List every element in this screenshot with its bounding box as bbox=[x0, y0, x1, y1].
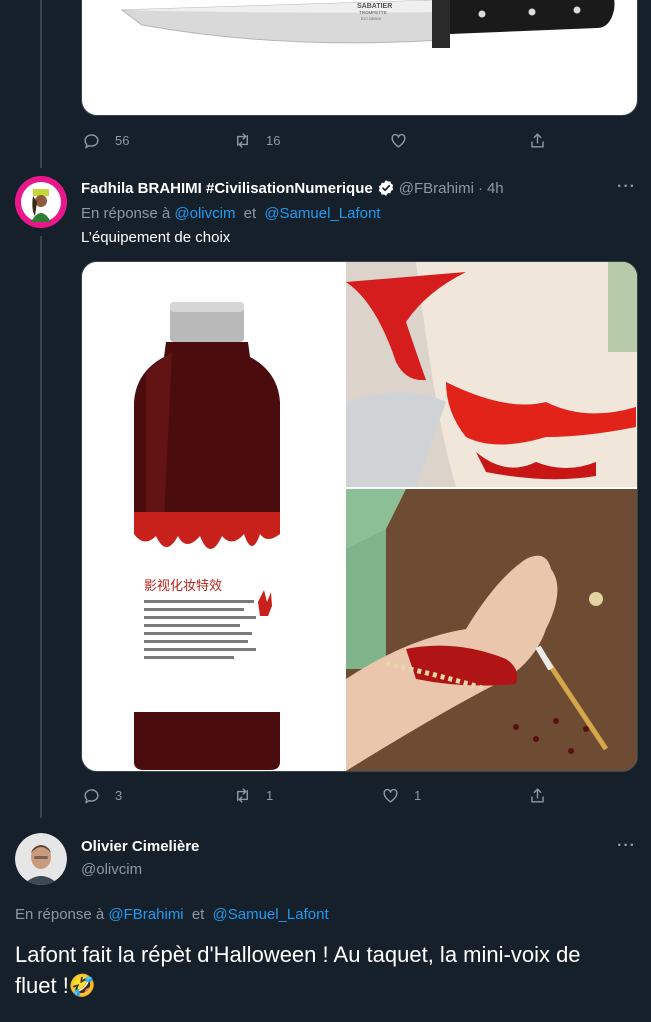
retweet-icon bbox=[237, 133, 248, 148]
timestamp[interactable]: 4h bbox=[487, 180, 504, 197]
verified-icon bbox=[378, 180, 393, 196]
share-button[interactable] bbox=[528, 786, 547, 805]
retweet-icon bbox=[237, 788, 248, 803]
retweet-count: 1 bbox=[266, 788, 274, 803]
bottle-image[interactable]: 影视化妆特效 bbox=[82, 262, 344, 771]
retweet-button[interactable]: 16 bbox=[233, 131, 280, 150]
tweet-text: L’équipement de choix bbox=[81, 229, 231, 246]
rofl-emoji: 🤣 bbox=[68, 973, 97, 998]
reply-count: 56 bbox=[115, 133, 130, 148]
reply-and: et bbox=[191, 906, 205, 923]
media-grid: 影视化妆特效 bbox=[81, 261, 638, 772]
like-count: 1 bbox=[414, 788, 422, 803]
share-button[interactable] bbox=[528, 131, 547, 150]
reply-icon bbox=[84, 134, 99, 149]
more-icon[interactable]: ··· bbox=[617, 837, 636, 855]
knife-brand: SABATIER bbox=[357, 3, 392, 10]
reply-prefix: En réponse à bbox=[15, 906, 105, 923]
display-name[interactable]: Fadhila BRAHIMI #CivilisationNumerique bbox=[81, 180, 373, 197]
retweet-button[interactable]: 1 bbox=[233, 786, 273, 805]
like-button[interactable] bbox=[389, 131, 408, 150]
knife-model: ECI 15MoV bbox=[361, 16, 382, 21]
reply-user-link[interactable]: @Samuel_Lafont bbox=[213, 906, 329, 923]
reply-and: et bbox=[243, 205, 257, 222]
dot-separator: · bbox=[477, 179, 483, 197]
reply-user-link[interactable]: @FBrahimi bbox=[108, 906, 183, 923]
reply-count: 3 bbox=[115, 788, 123, 803]
reply-button[interactable]: 56 bbox=[82, 131, 129, 150]
reply-user-link[interactable]: @olivcim bbox=[174, 205, 235, 222]
knife-image[interactable]: SABATIER TROMPETTE ECI 15MoV bbox=[81, 0, 638, 116]
avatar-fbrahimi[interactable] bbox=[15, 176, 67, 228]
retweet-count: 16 bbox=[266, 133, 281, 148]
like-icon bbox=[383, 788, 398, 803]
handle[interactable]: @olivcim bbox=[81, 861, 142, 878]
knife-subbrand: TROMPETTE bbox=[359, 10, 387, 15]
arm-image[interactable] bbox=[346, 489, 637, 771]
like-icon bbox=[391, 133, 406, 148]
handle[interactable]: @FBrahimi bbox=[399, 180, 474, 197]
reply-prefix: En réponse à bbox=[81, 205, 171, 222]
wrist-image[interactable] bbox=[346, 262, 637, 487]
share-icon bbox=[531, 788, 544, 803]
like-button[interactable]: 1 bbox=[381, 786, 421, 805]
thread-line-mid bbox=[40, 236, 42, 818]
bottle-label: 影视化妆特效 bbox=[144, 579, 222, 594]
reply-user-link[interactable]: @Samuel_Lafont bbox=[264, 205, 380, 222]
reply-button[interactable]: 3 bbox=[82, 786, 122, 805]
reply-icon bbox=[84, 789, 99, 804]
display-name[interactable]: Olivier Cimelière bbox=[81, 838, 199, 855]
more-icon[interactable]: ··· bbox=[617, 178, 636, 196]
main-tweet-body: Lafont fait la répèt d'Halloween ! Au ta… bbox=[15, 942, 581, 998]
share-icon bbox=[531, 133, 544, 148]
main-tweet-text: Lafont fait la répèt d'Halloween ! Au ta… bbox=[15, 939, 625, 1001]
avatar-olivcim[interactable] bbox=[15, 833, 67, 885]
thread-line-top bbox=[40, 0, 42, 168]
